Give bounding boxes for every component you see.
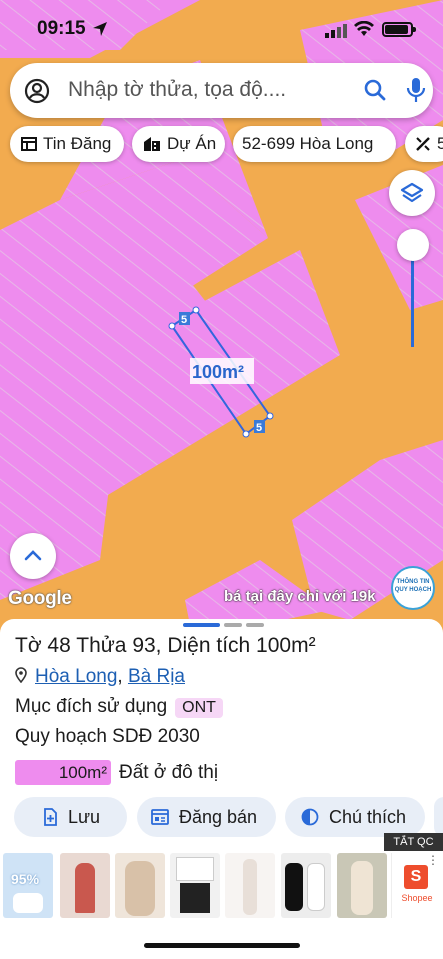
land-use-purpose: Mục đích sử dụng ONT (15, 696, 223, 718)
listing-icon (151, 809, 169, 825)
home-indicator[interactable] (144, 943, 300, 948)
save-label: Lưu (68, 806, 101, 827)
action-buttons: Lưu Đăng bán Chú thích (0, 797, 443, 837)
chip-label: Tin Đăng (43, 134, 112, 153)
parcel-edge-label-bottom: 5 (256, 422, 262, 434)
microphone-icon[interactable] (406, 77, 426, 103)
more-icon[interactable]: ⋮ (427, 853, 439, 867)
map-ad-text: bá tại đây chỉ với 19k (224, 588, 376, 605)
ad-thumbnail[interactable] (170, 853, 220, 918)
ad-thumbnail[interactable] (337, 853, 387, 918)
parcel-address: Hòa Long, Bà Rịa (15, 666, 185, 688)
expand-up-button[interactable] (10, 533, 56, 579)
location-arrow-icon (93, 22, 107, 36)
chip-tin-dang[interactable]: Tin Đăng (10, 126, 124, 162)
newspaper-icon (21, 137, 37, 151)
measure-icon (416, 137, 430, 151)
account-icon[interactable] (24, 78, 50, 104)
battery-icon (382, 22, 416, 37)
post-for-sale-button[interactable]: Đăng bán (137, 797, 276, 837)
ad-thumbnail[interactable]: 95% (3, 853, 53, 918)
opacity-slider-handle[interactable] (397, 229, 429, 261)
status-time: 09:15 (37, 18, 86, 39)
thong-tin-quy-hoach-logo[interactable]: THÔNG TIN QUY HOẠCH (391, 566, 435, 610)
more-action-button[interactable] (434, 797, 443, 837)
parcel-area-label: 100m² (192, 362, 244, 382)
shopee-label: Shopee (401, 893, 433, 903)
search-bar[interactable]: Nhập tờ thửa, tọa độ.... (10, 63, 433, 118)
shopee-ad[interactable]: ⋮ S Shopee (391, 853, 443, 918)
ad-thumbnail[interactable] (115, 853, 165, 918)
chip-label: Dự Án (167, 134, 217, 153)
chip-du-an[interactable]: Dự Án (132, 126, 225, 162)
building-icon (144, 137, 160, 151)
legend-button[interactable]: Chú thích (285, 797, 425, 837)
legend-label: Chú thích (329, 806, 407, 827)
search-input[interactable]: Nhập tờ thửa, tọa độ.... (68, 78, 286, 102)
ad-thumbnail[interactable] (225, 853, 275, 918)
ad-banner[interactable]: 95% ⋮ S Shopee (0, 851, 443, 921)
land-plan-label: Quy hoạch SDĐ 2030 (15, 726, 200, 747)
ward-link[interactable]: Hòa Long (35, 666, 117, 687)
filter-chips: Tin Đăng Dự Án 52-699 Hòa Long 5 (0, 126, 443, 164)
chip-measure[interactable]: 5 (405, 126, 443, 162)
ad-thumbnail[interactable] (281, 853, 331, 918)
status-bar: 09:15 (0, 0, 443, 58)
parcel-edge-label-top: 5 (181, 314, 187, 326)
chip-location[interactable]: 52-699 Hòa Long (233, 126, 396, 162)
google-watermark: Google (8, 588, 72, 609)
contrast-icon (301, 808, 319, 826)
bookmark-add-icon (44, 808, 57, 826)
legend-text: Đất ở đô thị (119, 761, 219, 783)
search-icon[interactable] (364, 79, 386, 101)
chevron-up-icon (24, 550, 42, 561)
chip-label: 52-699 Hòa Long (242, 134, 374, 153)
wifi-icon (354, 21, 374, 36)
chip-label: 5 (437, 134, 443, 153)
purpose-code-badge: ONT (175, 698, 223, 718)
parcel-info-sheet[interactable]: Tờ 48 Thửa 93, Diện tích 100m² Hòa Long,… (0, 619, 443, 959)
city-link[interactable]: Bà Rịa (128, 666, 185, 687)
post-for-sale-label: Đăng bán (179, 806, 258, 827)
close-ads-button[interactable]: TẮT QC (384, 833, 443, 851)
cellular-signal-icon (325, 24, 347, 38)
shopee-bag-icon: S (404, 865, 428, 889)
save-button[interactable]: Lưu (14, 797, 127, 837)
location-pin-icon (15, 667, 27, 684)
layers-button[interactable] (389, 170, 435, 216)
parcel-title: Tờ 48 Thửa 93, Diện tích 100m² (15, 634, 316, 657)
purpose-label: Mục đích sử dụng (15, 696, 168, 717)
layers-icon (400, 182, 424, 203)
address-separator: , (117, 666, 123, 687)
ad-thumbnail[interactable] (60, 853, 110, 918)
legend-swatch: 100m² (15, 760, 111, 785)
land-type-legend: 100m² Đất ở đô thị (15, 760, 218, 785)
ad-thumbnail-percent: 95% (11, 871, 40, 887)
